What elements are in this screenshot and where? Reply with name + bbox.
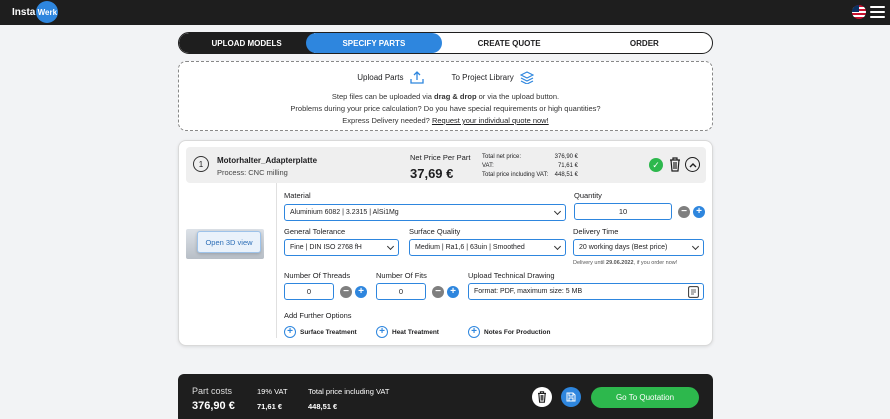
- fits-minus-button[interactable]: −: [432, 286, 444, 298]
- part-process: Process: CNC milling: [217, 168, 288, 177]
- divider: [276, 183, 277, 338]
- delete-all-button[interactable]: [532, 387, 552, 407]
- drawing-label: Upload Technical Drawing: [468, 271, 555, 280]
- further-options-label: Add Further Options: [284, 311, 352, 320]
- part-costs-label: Part costs: [192, 386, 233, 396]
- add-heat-treatment[interactable]: + Heat Treatment: [376, 326, 439, 338]
- delivery-select[interactable]: 20 working days (Best price): [573, 239, 704, 256]
- drawing-upload-field[interactable]: Format: PDF, maximum size: 5 MB: [468, 283, 704, 300]
- go-to-quotation-button[interactable]: Go To Quotation: [591, 387, 699, 408]
- surface-label: Surface Quality: [409, 227, 461, 236]
- quantity-label: Quantity: [574, 191, 602, 200]
- material-label: Material: [284, 191, 311, 200]
- net-price-value: 37,69 €: [410, 166, 454, 181]
- problems-text: Problems during your price calculation? …: [290, 104, 601, 113]
- upload-hint: Step files can be uploaded via drag & dr…: [331, 92, 560, 101]
- part-header: 1 Motorhalter_Adapterplatte Process: CNC…: [186, 147, 706, 183]
- fits-plus-button[interactable]: +: [447, 286, 459, 298]
- plus-icon: +: [284, 326, 296, 338]
- delivery-note: Delivery until 29.06.2022, if you order …: [573, 260, 678, 266]
- request-quote-link[interactable]: Request your individual quote now!: [432, 116, 549, 125]
- chevron-down-icon: [553, 207, 562, 216]
- layers-icon: [519, 71, 534, 84]
- quantity-input[interactable]: 10: [574, 203, 672, 220]
- save-icon: [566, 392, 576, 402]
- trash-icon: [538, 391, 546, 403]
- us-flag-icon[interactable]: [852, 5, 866, 19]
- part-card: 1 Motorhalter_Adapterplatte Process: CNC…: [178, 140, 713, 346]
- net-price-label: Net Price Per Part: [410, 153, 471, 162]
- threads-minus-button[interactable]: −: [340, 286, 352, 298]
- vat-value: 71,61 €: [257, 402, 283, 411]
- part-costs-value: 376,90 €: [192, 400, 235, 412]
- threads-input[interactable]: 0: [284, 283, 334, 300]
- material-select[interactable]: Aluminium 6082 | 3.2315 | AlSi1Mg: [284, 204, 566, 221]
- delivery-label: Delivery Time: [573, 227, 619, 236]
- open-3d-view-button[interactable]: Open 3D view: [197, 231, 261, 253]
- pdf-icon: [688, 286, 699, 298]
- fits-input[interactable]: 0: [376, 283, 426, 300]
- save-button[interactable]: [561, 387, 581, 407]
- vat-label: 19% VAT: [257, 387, 288, 396]
- part-number: 1: [193, 156, 209, 172]
- logo-badge: Werk: [36, 1, 59, 23]
- trash-icon[interactable]: [669, 157, 681, 172]
- step-specify-parts[interactable]: SPECIFY PARTS: [306, 33, 442, 53]
- total-label: Total price including VAT: [308, 387, 390, 396]
- summary-bar: Part costs 376,90 € 19% VAT 71,61 € Tota…: [178, 374, 713, 419]
- upload-parts-button[interactable]: Upload Parts: [357, 71, 424, 84]
- collapse-icon[interactable]: [685, 157, 700, 172]
- tolerance-select[interactable]: Fine | DIN ISO 2768 fH: [284, 239, 399, 256]
- chevron-down-icon: [691, 242, 700, 251]
- price-totals: Total net price: 376,90 € VAT: 71,61 € Tot…: [482, 154, 578, 178]
- step-create-quote[interactable]: CREATE QUOTE: [442, 33, 577, 53]
- express-text: Express Delivery needed? Request your in…: [342, 116, 549, 125]
- upload-icon: [409, 71, 424, 84]
- step-navigation: UPLOAD MODELS SPECIFY PARTS CREATE QUOTE…: [178, 32, 713, 54]
- project-library-button[interactable]: To Project Library: [452, 71, 534, 84]
- threads-label: Number Of Threads: [284, 271, 351, 280]
- add-surface-treatment[interactable]: + Surface Treatment: [284, 326, 357, 338]
- part-name: Motorhalter_Adapterplatte: [217, 156, 318, 165]
- fits-label: Number Of Fits: [376, 271, 427, 280]
- plus-icon: +: [468, 326, 480, 338]
- add-production-notes[interactable]: + Notes For Production: [468, 326, 550, 338]
- chevron-down-icon: [386, 242, 395, 251]
- menu-icon[interactable]: [870, 6, 885, 18]
- quantity-minus-button[interactable]: −: [678, 206, 690, 218]
- surface-select[interactable]: Medium | Ra1,6 | 63uin | Smoothed: [409, 239, 566, 256]
- chevron-down-icon: [553, 242, 562, 251]
- plus-icon: +: [376, 326, 388, 338]
- step-order[interactable]: ORDER: [577, 33, 712, 53]
- check-icon: ✓: [649, 158, 663, 172]
- step-upload-models[interactable]: UPLOAD MODELS: [179, 33, 315, 53]
- upload-dropzone[interactable]: Upload Parts To Project Library Step fil…: [178, 61, 713, 131]
- top-bar: Insta Werk: [0, 0, 890, 25]
- logo[interactable]: Insta Werk: [12, 1, 59, 23]
- quantity-plus-button[interactable]: +: [693, 206, 705, 218]
- upload-parts-label: Upload Parts: [357, 73, 404, 82]
- tolerance-label: General Tolerance: [284, 227, 346, 236]
- project-library-label: To Project Library: [451, 73, 514, 82]
- threads-plus-button[interactable]: +: [355, 286, 367, 298]
- logo-text: Insta: [12, 6, 36, 18]
- total-value: 448,51 €: [308, 402, 338, 411]
